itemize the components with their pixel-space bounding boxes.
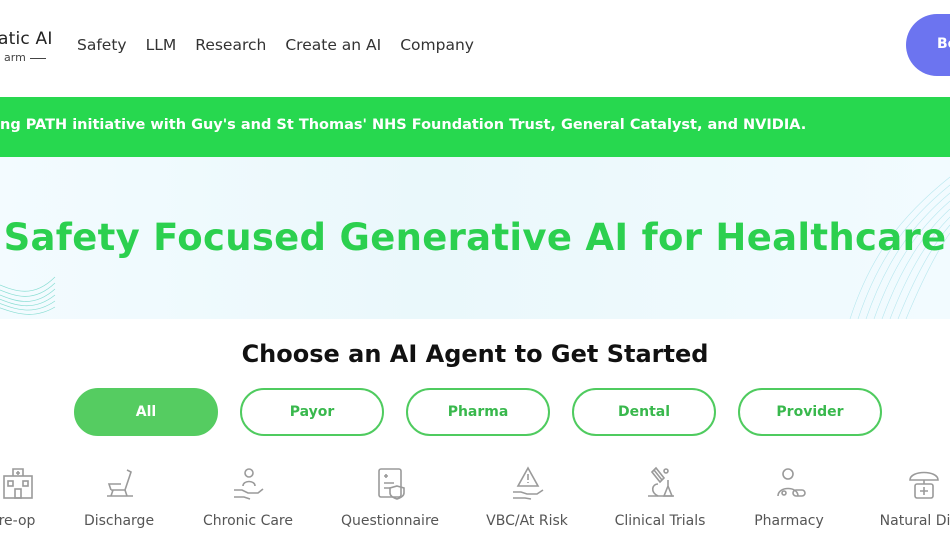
first-aid-umbrella-icon — [909, 471, 939, 499]
banner-text: ng PATH initiative with Guy's and St Tho… — [0, 117, 807, 133]
nav-item-research[interactable]: Research — [195, 36, 266, 54]
logo[interactable]: atic AI arm — [0, 29, 58, 69]
agent-label: Chronic Care — [203, 513, 293, 529]
nav-item-llm[interactable]: LLM — [146, 36, 177, 54]
care-hand-icon — [234, 468, 264, 500]
agent-label: Pharmacy — [754, 513, 824, 529]
agent-label: Clinical Trials — [614, 513, 706, 529]
filter-provider[interactable]: Provider — [738, 388, 882, 436]
filter-payor[interactable]: Payor — [240, 388, 384, 436]
logo-subtext: arm — [4, 51, 46, 64]
site-header: atic AI arm Safety LLM Research Create a… — [0, 0, 950, 97]
filter-dental[interactable]: Dental — [572, 388, 716, 436]
filter-pharma[interactable]: Pharma — [406, 388, 550, 436]
warning-hand-icon — [513, 466, 544, 500]
announcement-banner[interactable]: ng PATH initiative with Guy's and St Tho… — [0, 97, 950, 157]
agent-discharge[interactable]: Discharge — [54, 466, 184, 534]
agent-filter-tabs: All Payor Pharma Dental Provider — [74, 388, 904, 436]
book-button[interactable]: Bo — [906, 14, 950, 76]
agent-label: VBC/At Risk — [486, 513, 568, 529]
hospital-icon — [3, 468, 33, 499]
hero-section: Safety Focused Generative AI for Healthc… — [0, 157, 950, 319]
clipboard-shield-icon — [378, 468, 405, 500]
agent-list: re-op Discharge Chronic Care Questionnai… — [0, 466, 950, 534]
agent-natural-disaster[interactable]: Natural Disa — [858, 466, 950, 534]
agent-vbc-at-risk[interactable]: VBC/At Risk — [462, 466, 592, 534]
agent-clinical-trials[interactable]: Clinical Trials — [595, 466, 725, 534]
agent-chronic-care[interactable]: Chronic Care — [183, 466, 313, 534]
nav-item-create-an-ai[interactable]: Create an AI — [285, 36, 381, 54]
agent-label: Questionnaire — [340, 513, 440, 529]
section-title: Choose an AI Agent to Get Started — [241, 340, 709, 368]
wheelchair-icon — [107, 469, 133, 497]
logo-dash — [29, 57, 46, 59]
nav-item-company[interactable]: Company — [400, 36, 474, 54]
agent-pharmacy[interactable]: Pharmacy — [724, 466, 854, 534]
agent-label: Natural Disa — [879, 513, 950, 529]
logo-text: atic AI — [0, 29, 53, 49]
nav-item-safety[interactable]: Safety — [77, 36, 127, 54]
main-nav: Safety LLM Research Create an AI Company — [77, 36, 493, 54]
microscope-icon — [648, 466, 674, 497]
agent-questionnaire[interactable]: Questionnaire — [325, 466, 455, 534]
filter-all[interactable]: All — [74, 388, 218, 436]
agent-label: Discharge — [83, 513, 155, 529]
hero-title: Safety Focused Generative AI for Healthc… — [3, 216, 947, 259]
pharmacist-icon — [777, 468, 806, 497]
